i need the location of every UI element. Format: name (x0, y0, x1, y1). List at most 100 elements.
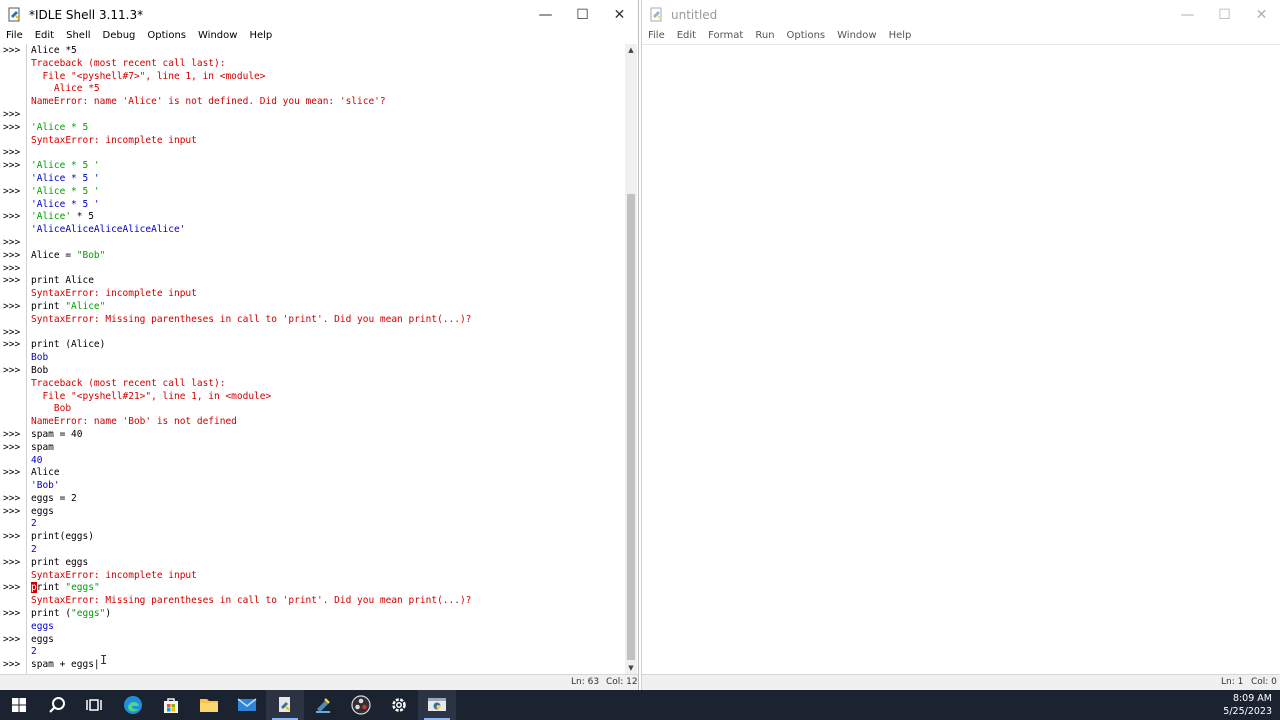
shell-line: SyntaxError: incomplete input (0, 570, 625, 583)
shell-text-segment: Alice (31, 467, 60, 479)
shell-text-segment: SyntaxError: incomplete input (31, 288, 197, 300)
shell-line: >>> (0, 147, 625, 160)
shell-line: Traceback (most recent call last): (0, 378, 625, 391)
shell-text-segment: Alice *5 (31, 45, 77, 56)
shell-line-text: 40 (31, 455, 42, 468)
minimize-button[interactable]: — (1169, 0, 1206, 29)
settings-gear-icon[interactable] (380, 690, 418, 720)
idle-file-icon[interactable] (266, 690, 304, 720)
menu-window[interactable]: Window (192, 29, 243, 42)
maximize-button[interactable]: ☐ (564, 0, 601, 29)
obs-icon[interactable] (342, 690, 380, 720)
shell-text-segment: 2 (31, 518, 37, 530)
shell-line: >>> (0, 263, 625, 276)
close-button[interactable]: ✕ (601, 0, 638, 29)
shell-prompt: >>> (3, 275, 21, 287)
edge-browser-icon[interactable] (114, 690, 152, 720)
shell-line-text: 2 (31, 544, 37, 557)
scroll-up-arrow-icon[interactable]: ▲ (625, 44, 637, 56)
text-cursor-icon: I (100, 653, 108, 667)
shell-line-text: 'Alice * 5 ' (31, 160, 100, 173)
menu-shell[interactable]: Shell (60, 29, 96, 42)
menu-help[interactable]: Help (243, 29, 278, 42)
shell-text-area[interactable]: >>> Alice *5 Traceback (most recent call l… (0, 44, 625, 674)
microsoft-store-icon[interactable] (152, 690, 190, 720)
shell-text-segment: print(eggs) (31, 531, 94, 543)
shell-line-text: print (Alice) (31, 339, 105, 352)
shell-line-text: 2 (31, 518, 37, 531)
shell-titlebar[interactable]: *IDLE Shell 3.11.3* — ☐ ✕ (0, 0, 638, 29)
shell-output[interactable]: >>> Alice *5 Traceback (most recent call l… (0, 45, 625, 672)
shell-line: >>> (0, 109, 625, 122)
search-icon[interactable] (38, 690, 76, 720)
python-icon[interactable] (304, 690, 342, 720)
shell-line: 2 (0, 544, 625, 557)
menu-edit[interactable]: Edit (29, 29, 60, 42)
shell-line-text: Alice (31, 467, 60, 480)
mail-icon[interactable] (228, 690, 266, 720)
shell-prompt: >>> (3, 428, 21, 440)
shell-menubar: File Edit Shell Debug Options Window Help (0, 29, 638, 42)
minimize-button[interactable]: — (527, 0, 564, 29)
menu-run[interactable]: Run (749, 29, 780, 42)
editor-titlebar[interactable]: untitled — ☐ ✕ (642, 0, 1280, 29)
shell-scrollbar[interactable]: ▲ ▼ (625, 44, 637, 674)
shell-prompt: >>> (3, 121, 21, 133)
shell-line: >>> print "Alice" (0, 301, 625, 314)
shell-line-text: 'Alice * 5 ' (31, 186, 100, 199)
python-launcher-icon[interactable] (418, 690, 456, 720)
scrollbar-thumb[interactable] (627, 194, 635, 660)
shell-line-text: eggs (31, 621, 54, 634)
shell-text-segment: 'Alice * 5 ' (31, 160, 100, 172)
shell-text-segment: 'Alice * 5 (31, 121, 89, 133)
shell-prompt: >>> (3, 659, 21, 671)
menu-edit[interactable]: Edit (671, 29, 702, 42)
shell-line-text: SyntaxError: incomplete input (31, 135, 197, 148)
shell-prompt: >>> (3, 262, 21, 274)
shell-prompt: >>> (3, 249, 21, 261)
shell-line: File "<pyshell#7>", line 1, in <module> (0, 71, 625, 84)
shell-text-segment: Alice = (31, 249, 77, 261)
windows-start-icon[interactable] (0, 690, 38, 720)
shell-text-segment: Traceback (most recent call last): (31, 57, 226, 69)
editor-statusbar: Ln: 1 Col: 0 (642, 674, 1280, 690)
editor-text-area[interactable] (642, 44, 1280, 674)
maximize-button[interactable]: ☐ (1206, 0, 1243, 29)
shell-text-segment: 'AliceAliceAliceAliceAlice' (31, 224, 186, 236)
shell-line-text: Alice *5 (31, 83, 100, 96)
menu-format[interactable]: Format (702, 29, 749, 42)
shell-prompt: >>> (3, 160, 21, 172)
menu-window[interactable]: Window (831, 29, 882, 42)
shell-text-segment: print (Alice) (31, 339, 106, 351)
menu-file[interactable]: File (642, 29, 671, 42)
shell-line: 'Bob' (0, 480, 625, 493)
task-view-icon[interactable] (76, 690, 114, 720)
shell-text-segment: 2 (31, 544, 37, 556)
system-clock[interactable]: 8:09 AM 5/25/2023 (1223, 692, 1272, 718)
shell-line-text: 'Alice' * 5 (31, 211, 94, 224)
shell-text-segment: eggs (31, 505, 54, 517)
menu-options[interactable]: Options (141, 29, 192, 42)
shell-text-segment: 'Alice * 5 ' (31, 172, 100, 184)
close-button[interactable]: ✕ (1243, 0, 1280, 29)
menu-options[interactable]: Options (781, 29, 832, 42)
shell-text-segment: spam + eggs (31, 659, 94, 671)
shell-line: 40 (0, 455, 625, 468)
shell-text-segment: 'Alice * 5 ' (31, 185, 100, 197)
shell-prompt: >>> (3, 505, 21, 517)
shell-prompt: >>> (3, 326, 21, 338)
shell-line: 'AliceAliceAliceAliceAlice' (0, 224, 625, 237)
file-explorer-icon[interactable] (190, 690, 228, 720)
menu-help[interactable]: Help (883, 29, 918, 42)
shell-line-text: eggs = 2 (31, 493, 77, 506)
shell-line-text: 'Alice * 5 (31, 122, 88, 135)
shell-text-segment: Bob (31, 403, 72, 415)
menu-debug[interactable]: Debug (97, 29, 142, 42)
menu-file[interactable]: File (0, 29, 29, 42)
shell-text-segment: ) (105, 608, 112, 620)
editor-menubar: File Edit Format Run Options Window Help (642, 29, 1280, 42)
untitled-editor-window[interactable]: untitled — ☐ ✕ File Edit Format Run Options W… (641, 0, 1280, 690)
scroll-down-arrow-icon[interactable]: ▼ (625, 662, 637, 674)
idle-shell-window[interactable]: *IDLE Shell 3.11.3* — ☐ ✕ File Edit Shell D… (0, 0, 639, 690)
shell-text-segment: File "<pyshell#21>", line 1, in <module> (31, 390, 272, 402)
